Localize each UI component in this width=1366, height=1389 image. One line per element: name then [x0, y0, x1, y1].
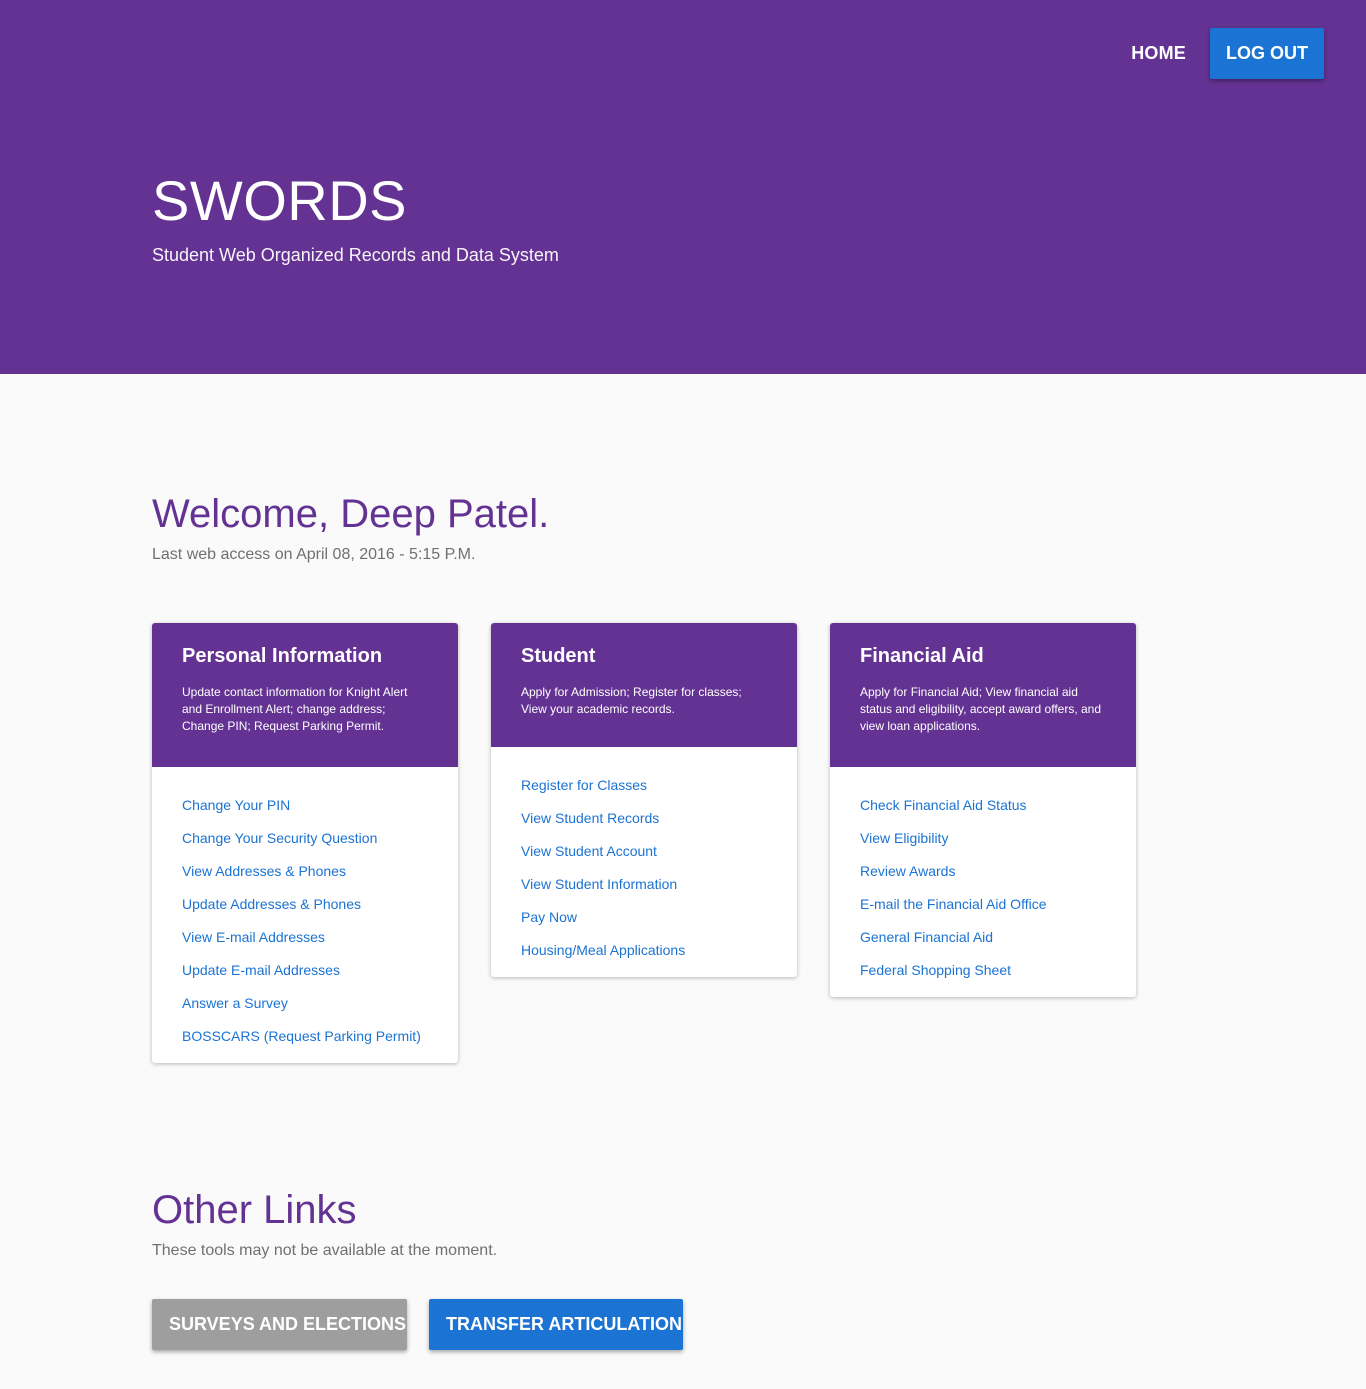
card-title: Student: [521, 645, 596, 667]
last-access-text: Last web access on April 08, 2016 - 5:15…: [152, 546, 476, 563]
review-awards-link[interactable]: Review Awards: [860, 855, 1106, 888]
card-header: Financial Aid Apply for Financial Aid; V…: [830, 623, 1136, 767]
card-links: Change Your PIN Change Your Security Que…: [152, 767, 458, 1063]
other-links-subtitle: These tools may not be available at the …: [152, 1242, 498, 1259]
top-nav: HOME LOG OUT: [1107, 28, 1324, 79]
header-banner: HOME LOG OUT SWORDS Student Web Organize…: [0, 0, 1366, 374]
card-financial-aid: Financial Aid Apply for Financial Aid; V…: [830, 623, 1136, 997]
card-description: Update contact information for Knight Al…: [182, 685, 408, 733]
card-title: Financial Aid: [860, 645, 984, 667]
view-email-addresses-link[interactable]: View E-mail Addresses: [182, 921, 428, 954]
card-title: Personal Information: [182, 645, 383, 667]
answer-survey-link[interactable]: Answer a Survey: [182, 987, 428, 1020]
site-title: SWORDS: [152, 169, 407, 232]
federal-shopping-sheet-link[interactable]: Federal Shopping Sheet: [860, 954, 1106, 987]
change-security-question-link[interactable]: Change Your Security Question: [182, 822, 428, 855]
card-links: Register for Classes View Student Record…: [491, 747, 797, 977]
bosscars-link[interactable]: BOSSCARS (Request Parking Permit): [182, 1020, 428, 1053]
register-classes-link[interactable]: Register for Classes: [521, 769, 767, 802]
other-links-heading: Other Links: [152, 1188, 357, 1232]
general-financial-aid-link[interactable]: General Financial Aid: [860, 921, 1106, 954]
welcome-heading: Welcome, Deep Patel.: [152, 492, 550, 536]
home-link[interactable]: HOME: [1107, 28, 1210, 79]
change-pin-link[interactable]: Change Your PIN: [182, 789, 428, 822]
view-addresses-phones-link[interactable]: View Addresses & Phones: [182, 855, 428, 888]
email-financial-aid-office-link[interactable]: E-mail the Financial Aid Office: [860, 888, 1106, 921]
update-addresses-phones-link[interactable]: Update Addresses & Phones: [182, 888, 428, 921]
card-header: Personal Information Update contact info…: [152, 623, 458, 767]
check-financial-aid-status-link[interactable]: Check Financial Aid Status: [860, 789, 1106, 822]
card-header: Student Apply for Admission; Register fo…: [491, 623, 797, 747]
card-description: Apply for Financial Aid; View financial …: [860, 685, 1102, 733]
card-links: Check Financial Aid Status View Eligibil…: [830, 767, 1136, 997]
pay-now-link[interactable]: Pay Now: [521, 901, 767, 934]
surveys-elections-button[interactable]: SURVEYS AND ELECTIONS: [152, 1299, 407, 1350]
update-email-addresses-link[interactable]: Update E-mail Addresses: [182, 954, 428, 987]
card-student: Student Apply for Admission; Register fo…: [491, 623, 797, 977]
view-student-records-link[interactable]: View Student Records: [521, 802, 767, 835]
view-eligibility-link[interactable]: View Eligibility: [860, 822, 1106, 855]
view-student-information-link[interactable]: View Student Information: [521, 868, 767, 901]
card-description: Apply for Admission; Register for classe…: [521, 685, 742, 716]
card-personal-information: Personal Information Update contact info…: [152, 623, 458, 1063]
housing-meal-applications-link[interactable]: Housing/Meal Applications: [521, 934, 767, 967]
transfer-articulation-button[interactable]: TRANSFER ARTICULATION: [429, 1299, 683, 1350]
logout-button[interactable]: LOG OUT: [1210, 28, 1324, 79]
view-student-account-link[interactable]: View Student Account: [521, 835, 767, 868]
site-subtitle: Student Web Organized Records and Data S…: [152, 245, 559, 265]
